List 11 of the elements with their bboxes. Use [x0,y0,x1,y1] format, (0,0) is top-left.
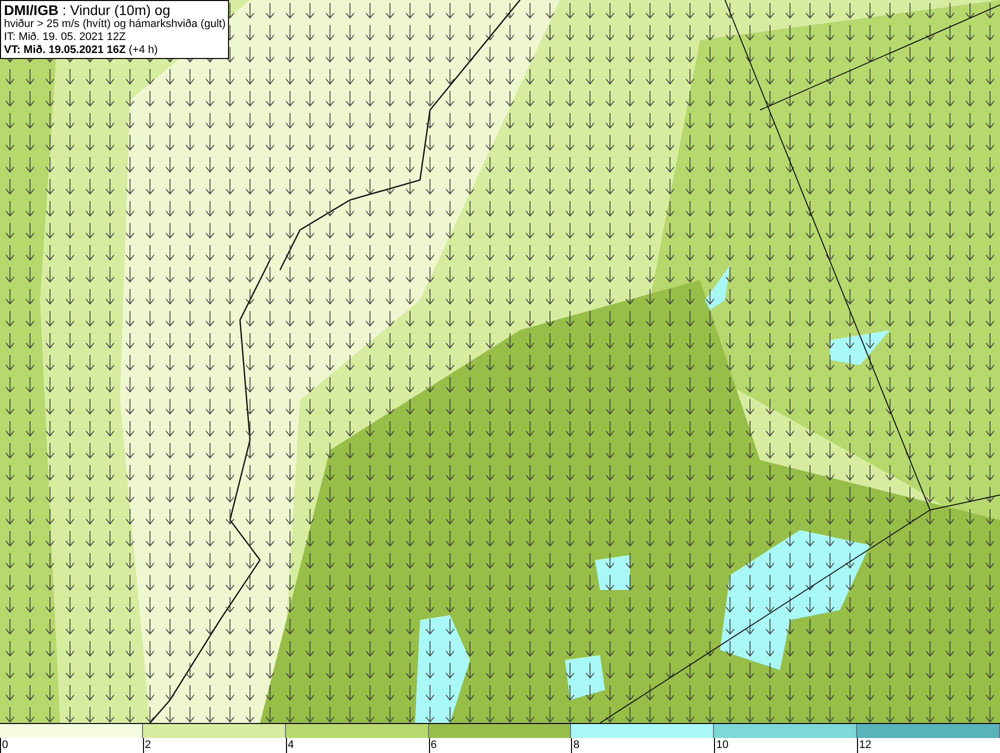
scale-label: 2 [142,738,151,753]
scale-label: 10 [714,738,729,753]
caption-line: DMI/IGB : Vindur (10m) og [4,2,172,18]
scale-label: 6 [428,738,437,753]
scale-label: 12 [857,738,872,753]
scale-label: 0 [0,738,8,753]
scale-label: 4 [286,738,294,753]
scale-label: 8 [571,738,580,753]
caption-line: hviður > 25 m/s (hvítt) og hámarkshviða (gult) [4,18,225,31]
caption-line: IT: Mið. 19. 05. 2021 12Z [4,31,127,44]
caption-line: VT: Mið. 19.05.2021 16Z (+4 h) [4,44,159,57]
